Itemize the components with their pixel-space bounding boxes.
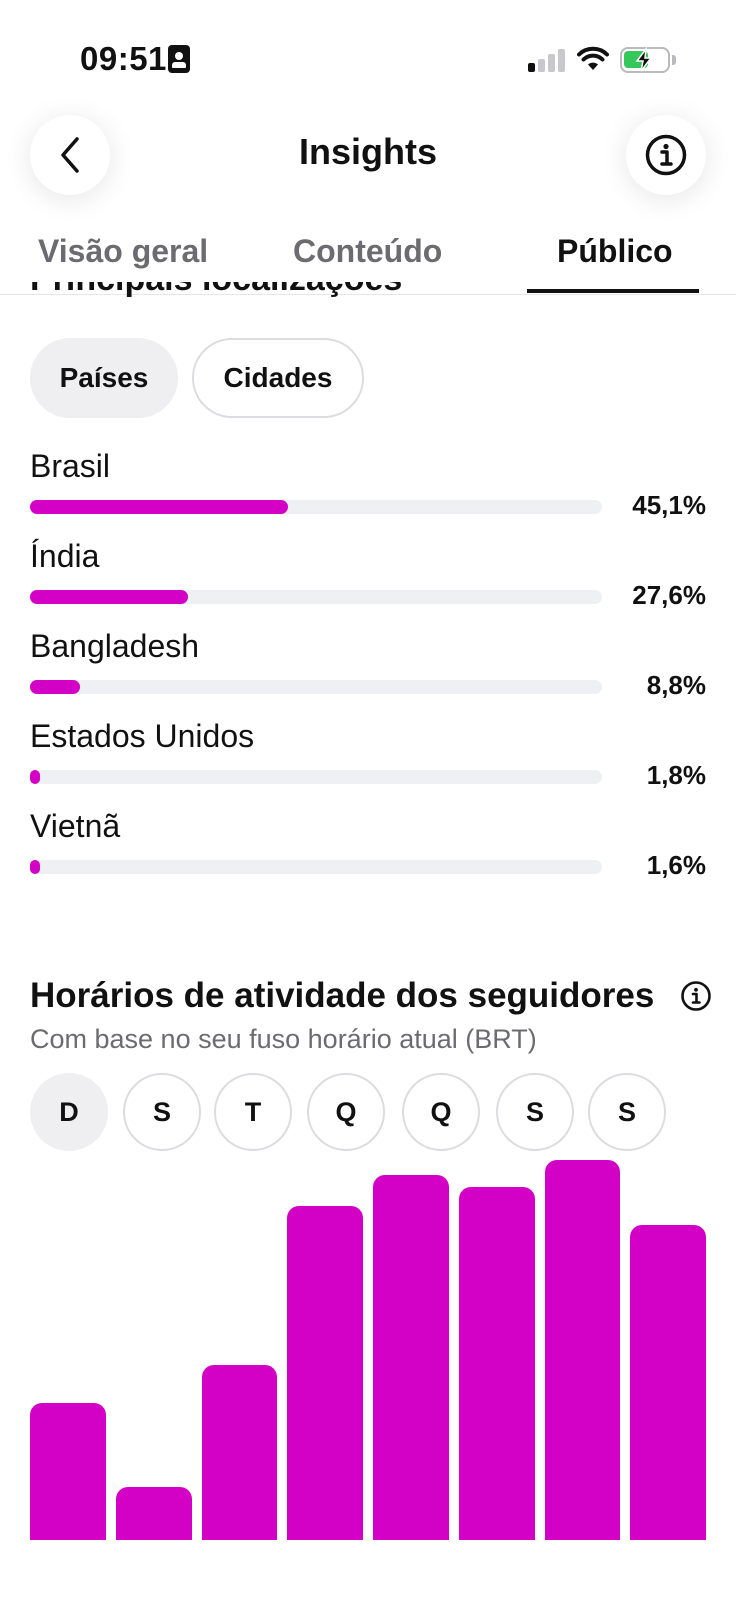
locations-heading-text: Principais localizações [30, 282, 402, 299]
day-sunday-button[interactable]: D [30, 1073, 108, 1151]
locations-heading: Principais localizações [30, 282, 490, 304]
percentage-bar-fill [30, 590, 188, 604]
country-row: Brasil 45,1% [30, 448, 720, 528]
percentage-bar-track [30, 770, 602, 784]
activity-bar[interactable] [115, 1486, 192, 1540]
country-percentage: 1,6% [646, 850, 706, 880]
info-icon[interactable] [680, 980, 712, 1012]
day-friday-button[interactable]: S [496, 1073, 574, 1151]
percentage-bar-fill [30, 860, 40, 874]
day-saturday-button[interactable]: S [588, 1073, 666, 1151]
activity-bar[interactable] [373, 1175, 449, 1540]
day-tuesday-button[interactable]: T [214, 1073, 292, 1151]
activity-bar[interactable] [458, 1186, 535, 1540]
country-name: Índia [30, 538, 100, 574]
country-name: Bangladesh [30, 628, 200, 664]
wifi-icon [577, 46, 609, 70]
day-thursday-button[interactable]: Q [402, 1073, 480, 1151]
country-row: Vietnã 1,6% [30, 808, 720, 888]
activity-title: Horários de atividade dos seguidores [30, 976, 655, 1015]
contact-card-icon [168, 45, 190, 73]
country-name: Vietnã [30, 808, 121, 844]
percentage-bar-fill [30, 770, 41, 784]
activity-bar[interactable] [287, 1205, 363, 1540]
country-row: Estados Unidos 1,8% [30, 718, 720, 798]
country-percentage: 45,1% [632, 490, 706, 520]
status-bar: 09:51 [0, 0, 736, 100]
day-wednesday-button[interactable]: Q [307, 1073, 385, 1151]
activity-bar-chart [30, 1160, 706, 1540]
status-time: 09:51 [80, 40, 167, 77]
country-row: Índia 27,6% [30, 538, 720, 618]
filter-cities-button[interactable]: Cidades [192, 338, 364, 418]
activity-bar[interactable] [201, 1365, 278, 1540]
percentage-bar-track [30, 680, 602, 694]
day-monday-button[interactable]: S [123, 1073, 201, 1151]
percentage-bar-track [30, 590, 602, 604]
country-percentage: 1,8% [646, 760, 706, 790]
activity-bar[interactable] [630, 1224, 706, 1540]
battery-cap [672, 55, 676, 65]
activity-bar[interactable] [30, 1403, 106, 1540]
country-percentage: 8,8% [646, 670, 706, 700]
country-row: Bangladesh 8,8% [30, 628, 720, 708]
activity-subtitle: Com base no seu fuso horário atual (BRT) [30, 1024, 537, 1054]
battery-charging-icon [620, 47, 670, 73]
percentage-bar-track [30, 860, 602, 874]
activity-bar[interactable] [544, 1160, 621, 1540]
info-button[interactable] [626, 115, 706, 195]
country-name: Brasil [30, 448, 111, 484]
country-percentage: 27,6% [632, 580, 706, 610]
tab-content[interactable]: Conteúdo [293, 233, 442, 270]
percentage-bar-fill [30, 680, 81, 694]
filter-countries-button[interactable]: Países [30, 338, 178, 418]
percentage-bar-fill [30, 500, 288, 514]
active-tab-indicator [527, 289, 699, 293]
tab-overview[interactable]: Visão geral [38, 233, 208, 270]
country-name: Estados Unidos [30, 718, 255, 754]
cellular-signal-icon [528, 48, 568, 72]
percentage-bar-track [30, 500, 602, 514]
tab-audience[interactable]: Público [557, 233, 673, 270]
info-icon [645, 134, 687, 176]
